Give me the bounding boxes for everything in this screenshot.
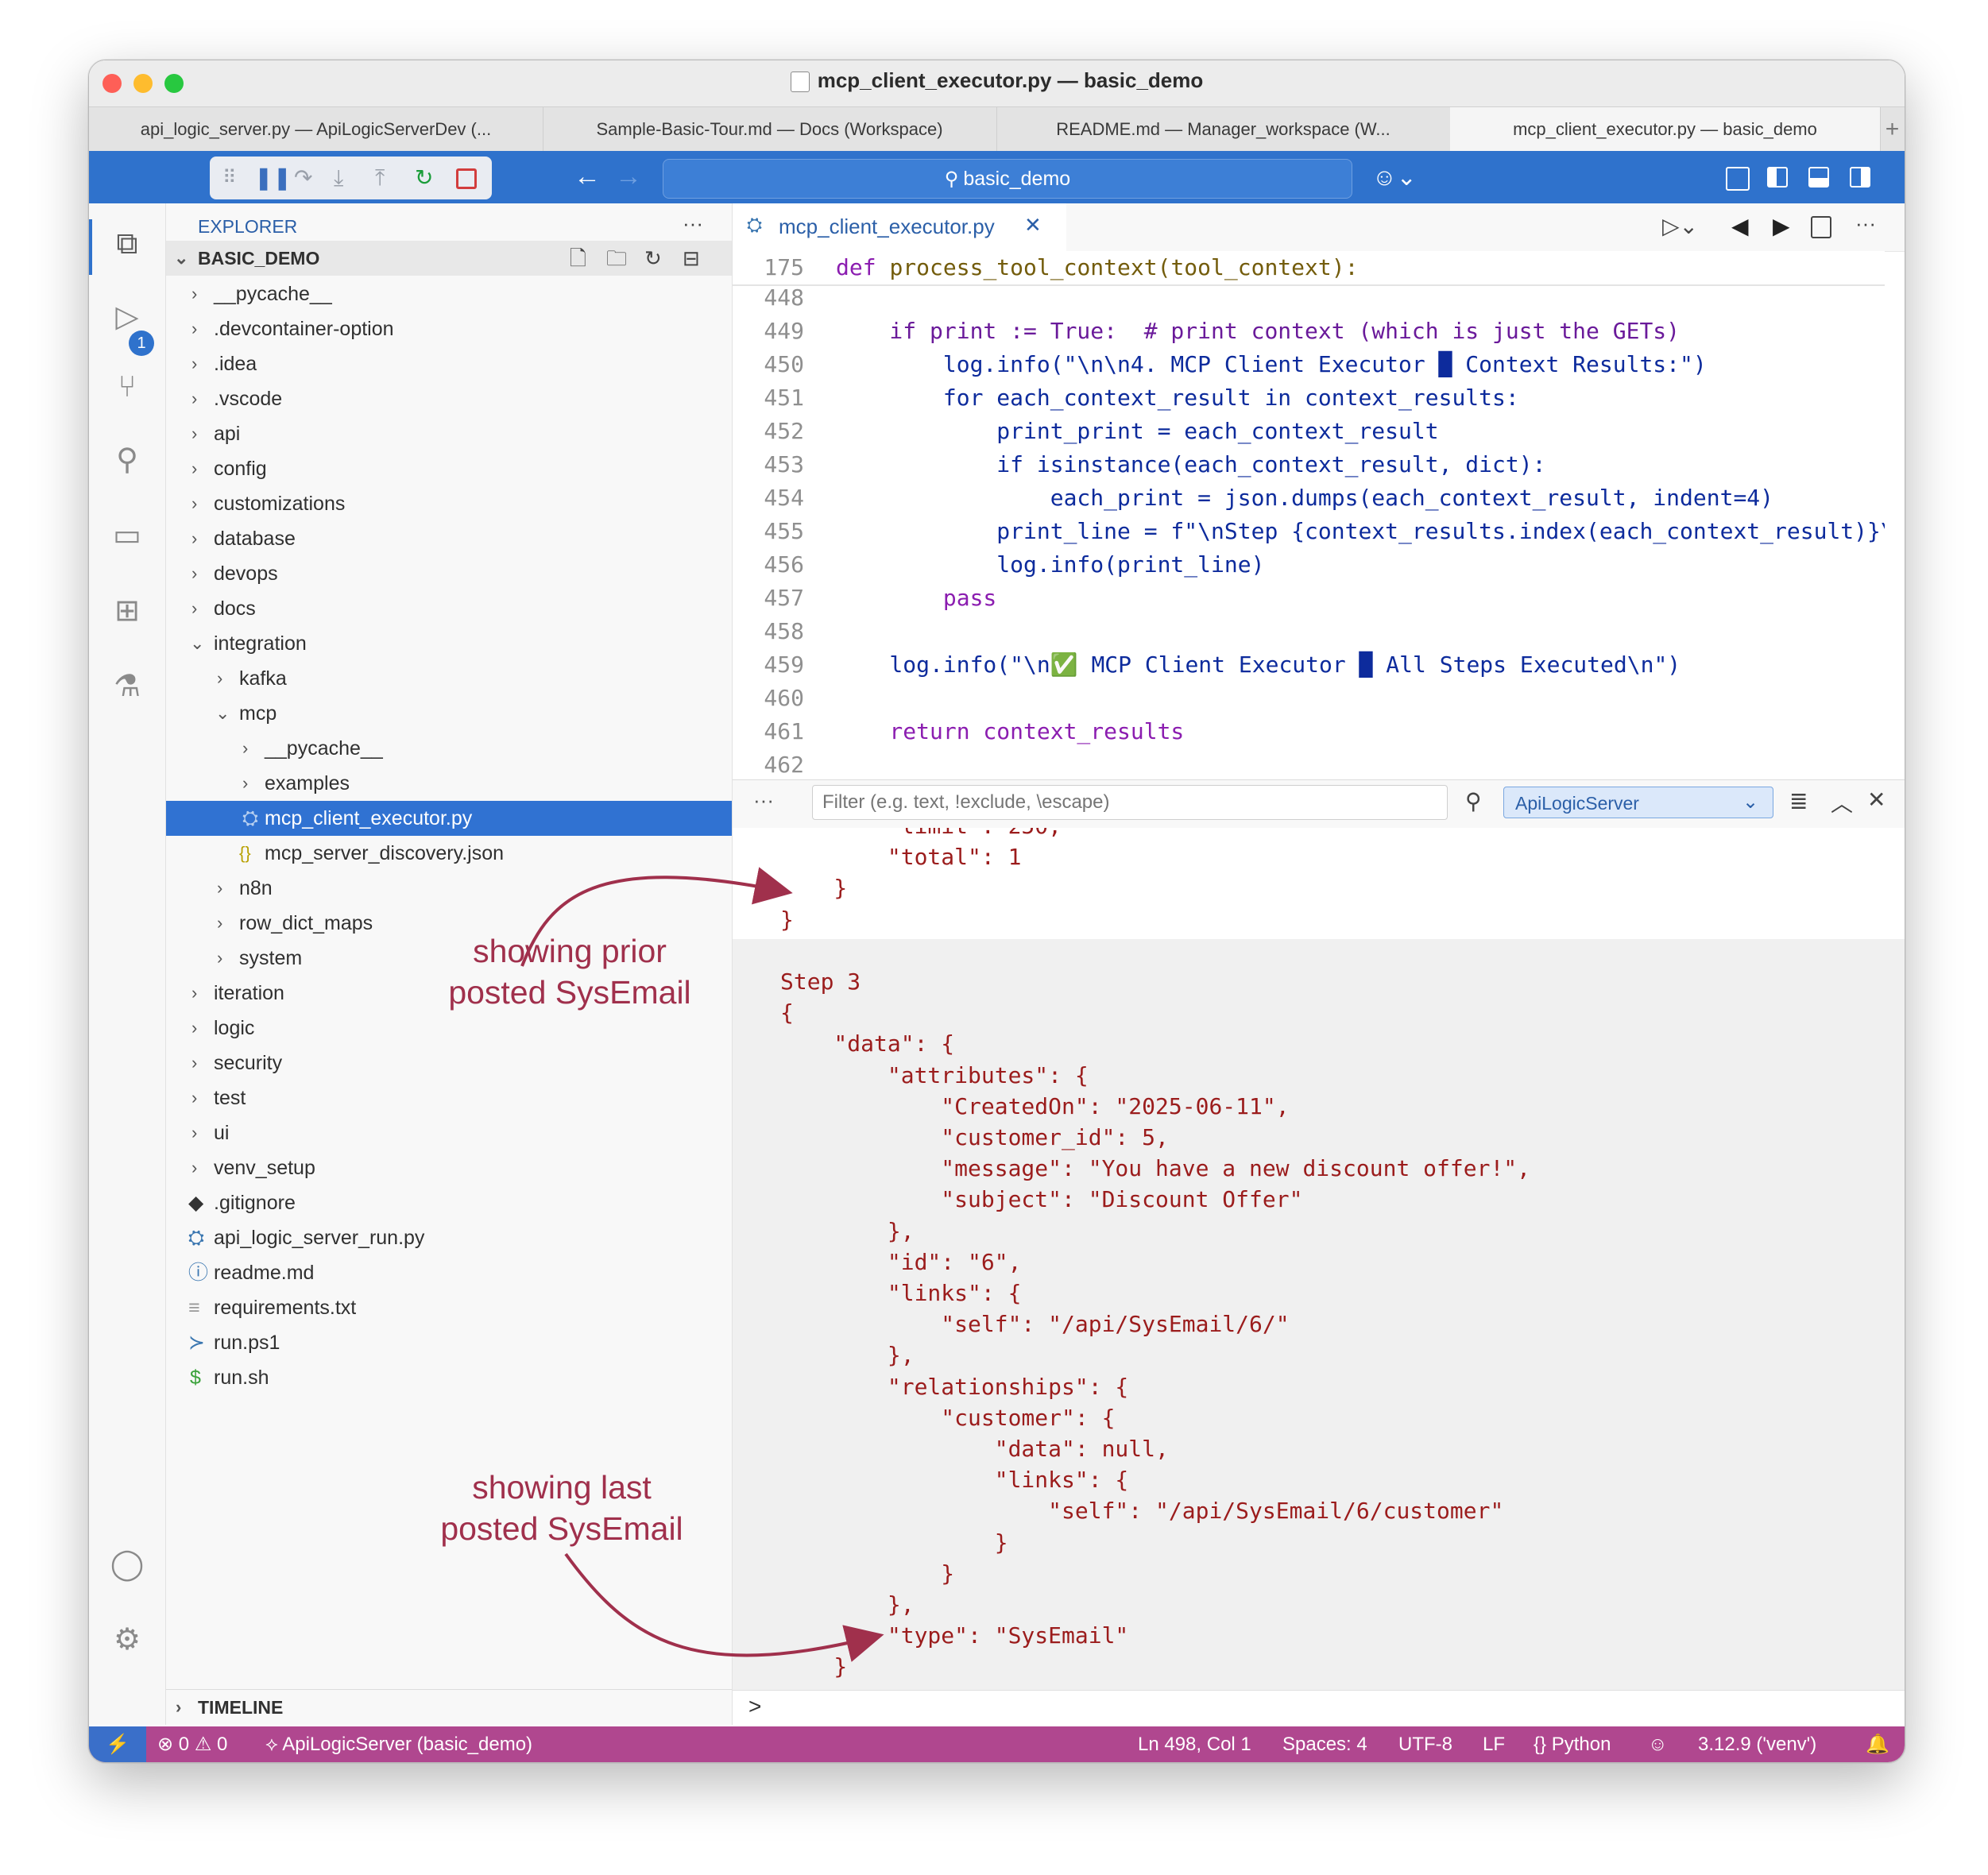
error-count: 0 — [178, 1734, 190, 1755]
app-window: mcp_client_executor.py — basic_demo api_… — [88, 60, 1905, 1763]
remote-indicator[interactable]: ⚡ — [89, 1726, 146, 1762]
problems-indicator[interactable]: ⊗ 0 ⚠ 0 — [157, 1726, 227, 1762]
language-mode[interactable]: {} Python — [1534, 1726, 1611, 1762]
warning-icon: ⚠ — [194, 1734, 212, 1755]
arrow-last — [564, 1552, 884, 1662]
debug-icon: ⟡ — [265, 1734, 278, 1755]
status-bar: ⚡ ⊗ 0 ⚠ 0 ⟡ ApiLogicServer (basic_demo) … — [89, 1726, 1905, 1762]
annotation-arrows — [520, 867, 884, 1662]
run-config-indicator[interactable]: ⟡ ApiLogicServer (basic_demo) — [265, 1726, 532, 1762]
notifications-bell-icon[interactable]: 🔔 — [1866, 1726, 1889, 1762]
language-label: Python — [1551, 1734, 1611, 1755]
braces-icon: {} — [1534, 1734, 1547, 1755]
encoding[interactable]: UTF-8 — [1398, 1726, 1452, 1762]
run-config-label: ApiLogicServer (basic_demo) — [282, 1734, 533, 1755]
error-icon: ⊗ — [157, 1734, 174, 1755]
remote-icon: ⚡ — [106, 1734, 130, 1755]
end-of-line[interactable]: LF — [1483, 1726, 1505, 1762]
indentation[interactable]: Spaces: 4 — [1282, 1726, 1367, 1762]
warning-count: 0 — [217, 1734, 228, 1755]
python-interpreter[interactable]: 3.12.9 ('venv') — [1698, 1726, 1816, 1762]
copilot-status-icon[interactable]: ☺ — [1648, 1726, 1668, 1762]
arrow-prior — [520, 867, 793, 967]
cursor-position[interactable]: Ln 498, Col 1 — [1138, 1726, 1251, 1762]
